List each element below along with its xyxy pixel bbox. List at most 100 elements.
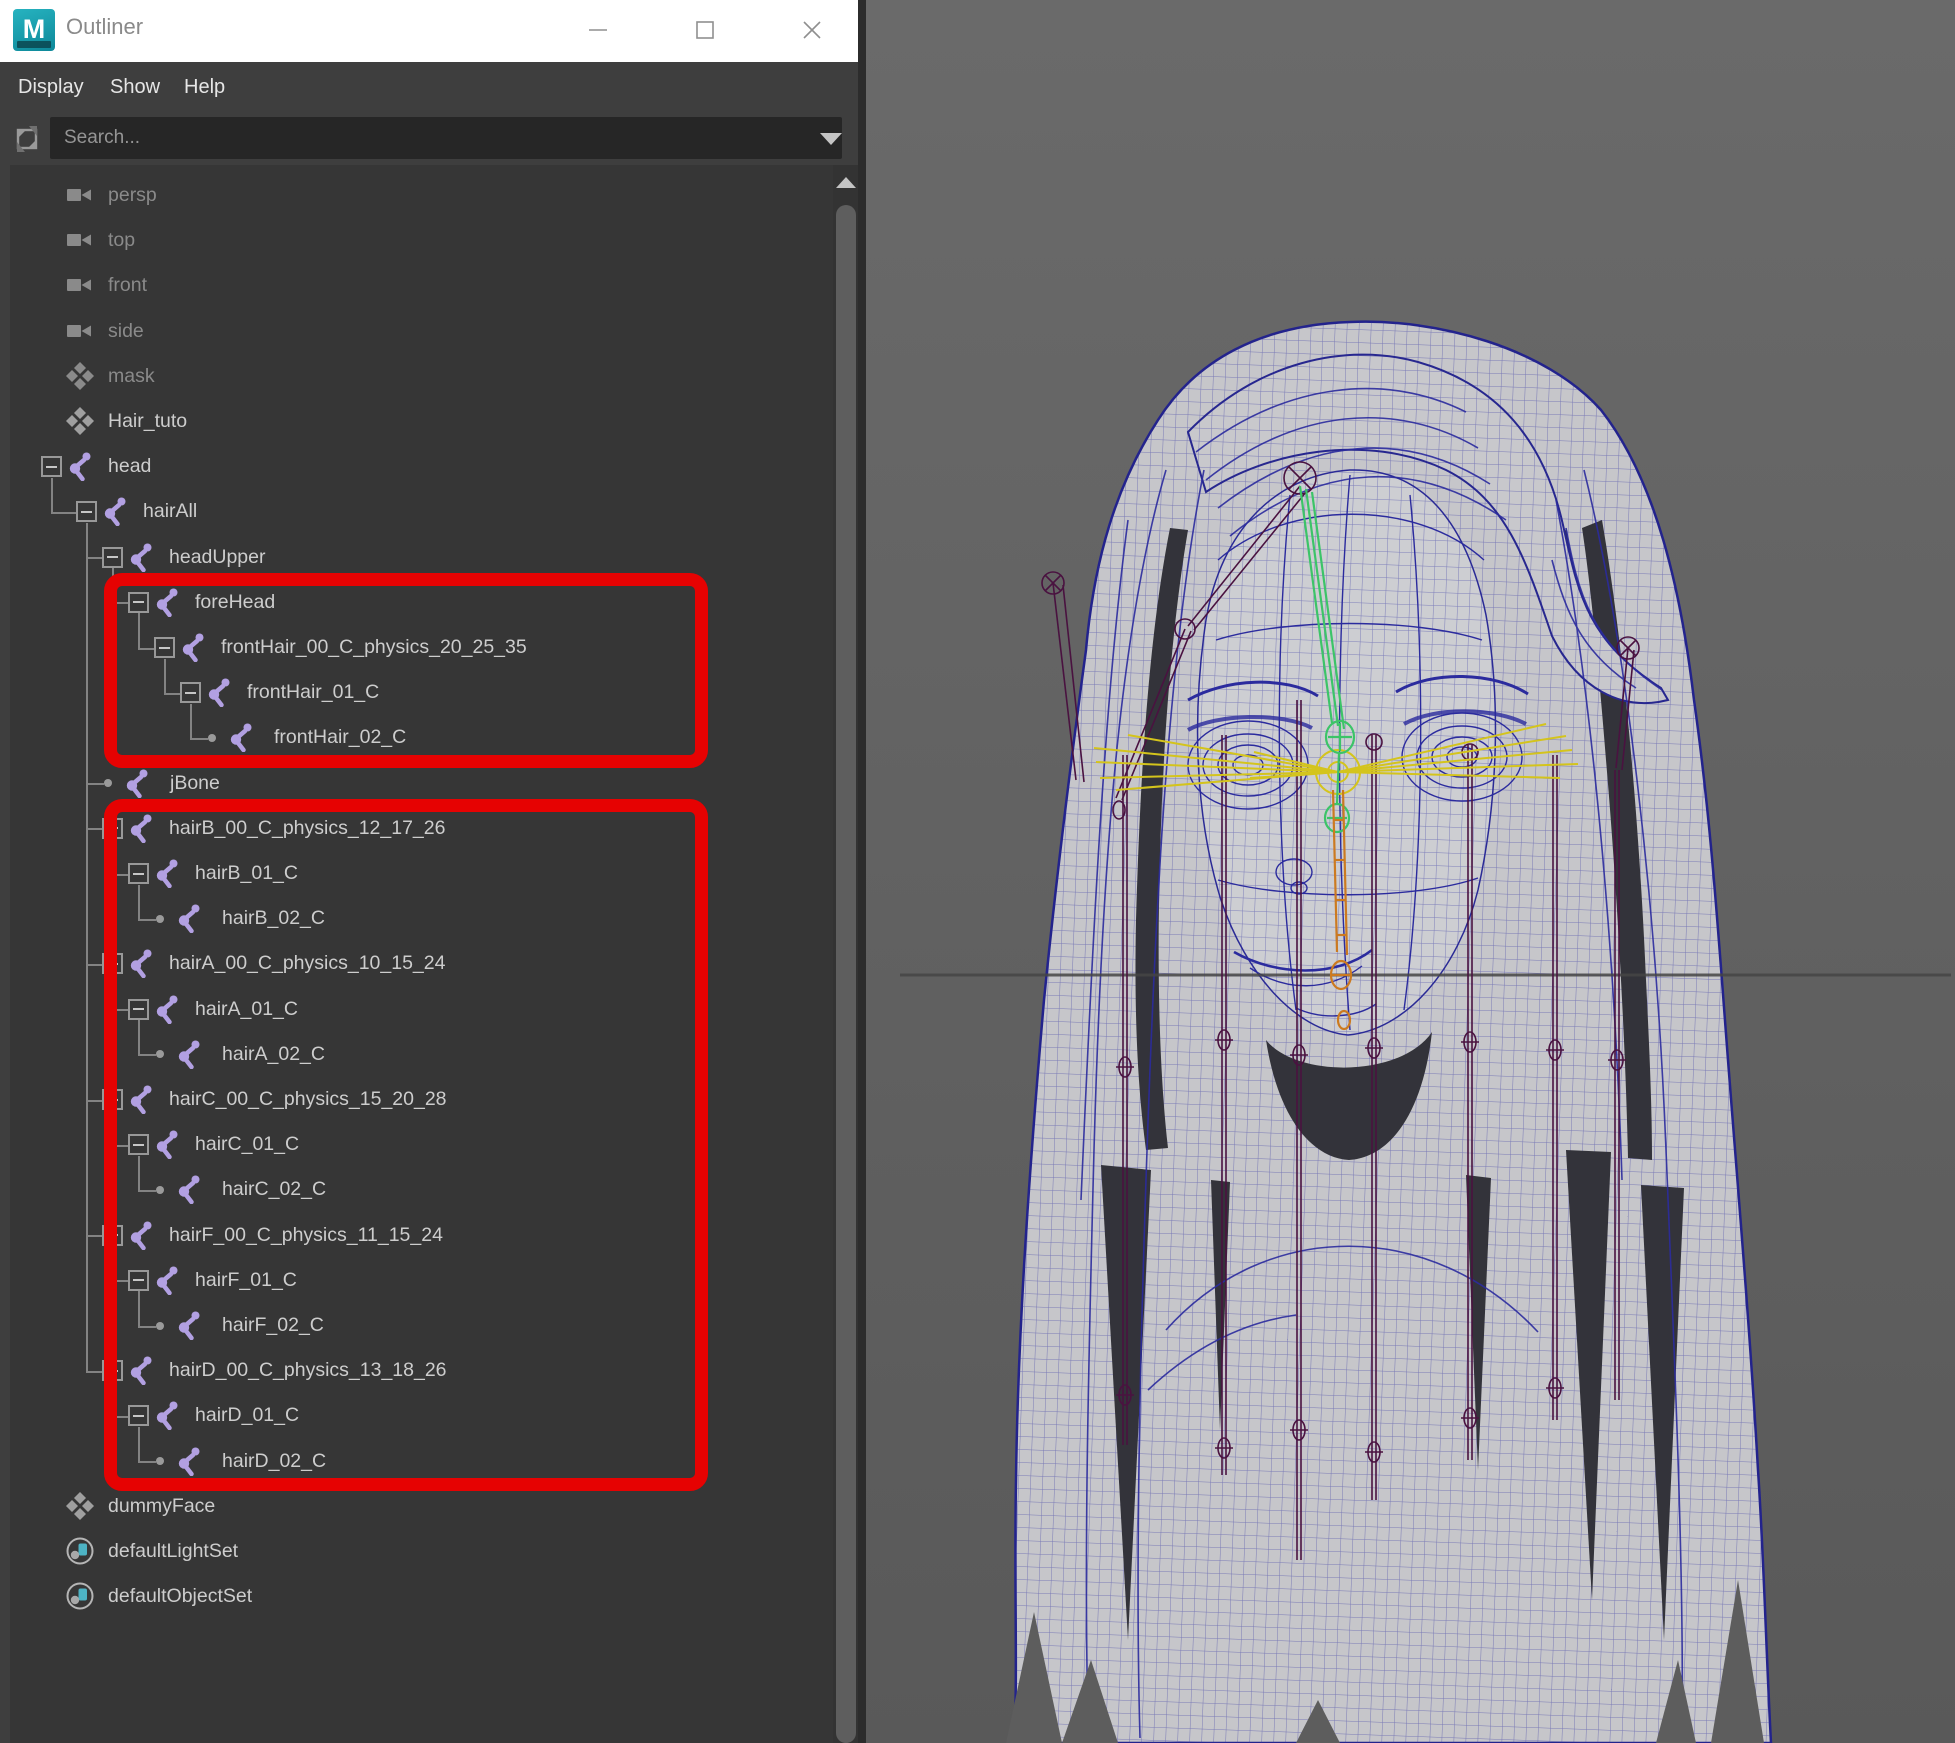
joint-icon [174,1310,204,1340]
menu-help[interactable]: Help [184,62,225,113]
menu-display[interactable]: Display [18,62,84,113]
tree-item-frontHair_00_C_physics_20_25_35[interactable]: frontHair_00_C_physics_20_25_35 [0,625,830,670]
tree-item-hairB_02_C[interactable]: hairB_02_C [0,896,830,941]
expander-collapse-icon[interactable] [128,592,149,613]
tree-item-label: hairC_00_C_physics_15_20_28 [169,1077,447,1122]
tree-connector [86,557,102,559]
tree-item-headUpper[interactable]: headUpper [0,535,830,580]
expander-collapse-icon[interactable] [102,547,123,568]
expander-collapse-icon[interactable] [102,818,123,839]
expander-collapse-icon[interactable] [102,1089,123,1110]
menu-bar: Display Show Help [0,62,866,113]
layer-icon-wrap [65,1491,95,1521]
tree-item-defaultLightSet[interactable]: defaultLightSet [0,1529,830,1574]
layer-icon-wrap [65,361,95,391]
expander-collapse-icon[interactable] [128,1405,149,1426]
search-dropdown-caret[interactable] [820,133,842,145]
tree-item-mask[interactable]: mask [0,354,830,399]
tree-item-foreHead[interactable]: foreHead [0,580,830,625]
tree-connector [86,670,88,715]
tree-item-hairA_01_C[interactable]: hairA_01_C [0,987,830,1032]
close-button[interactable] [792,10,832,50]
expander-collapse-icon[interactable] [128,1134,149,1155]
tree-item-label: hairB_02_C [222,896,325,941]
tree-item-hairC_01_C[interactable]: hairC_01_C [0,1122,830,1167]
object-set-icon [65,1581,95,1611]
joint-icon [152,1265,182,1295]
expander-collapse-icon[interactable] [102,953,123,974]
tree-item-jBone[interactable]: jBone [0,761,830,806]
expander-collapse-icon[interactable] [102,1360,123,1381]
joint-icon-wrap [152,1265,182,1295]
expander-collapse-icon[interactable] [154,637,175,658]
tree-connector [138,613,140,625]
expander-collapse-icon[interactable] [102,1225,123,1246]
tree-item-frontHair_02_C[interactable]: frontHair_02_C [0,715,830,760]
tree-item-dummyFace[interactable]: dummyFace [0,1484,830,1529]
minimize-button[interactable] [578,10,618,50]
tree-item-hairD_00_C_physics_13_18_26[interactable]: hairD_00_C_physics_13_18_26 [0,1348,830,1393]
tree-item-hairF_01_C[interactable]: hairF_01_C [0,1258,830,1303]
expander-collapse-icon[interactable] [76,501,97,522]
display-layer-icon [65,406,95,436]
tree-item-label: frontHair_01_C [247,670,379,715]
tree-item-hairF_02_C[interactable]: hairF_02_C [0,1303,830,1348]
expander-collapse-icon[interactable] [180,682,201,703]
tree-item-top[interactable]: top [0,218,830,263]
scrollbar-thumb[interactable] [836,205,856,1743]
tree-item-persp[interactable]: persp [0,173,830,218]
expander-collapse-icon[interactable] [128,863,149,884]
menu-show[interactable]: Show [110,62,160,113]
tree-connector [86,523,88,535]
tree-connector [112,851,114,874]
display-layer-icon [65,361,95,391]
expander-collapse-icon[interactable] [41,456,62,477]
tree-item-label: head [108,444,151,489]
display-layer-icon [65,1491,95,1521]
tree-item-Hair_tuto[interactable]: Hair_tuto [0,399,830,444]
camera-icon [65,180,95,210]
tree-item-hairD_02_C[interactable]: hairD_02_C [0,1439,830,1484]
leaf-dot [156,1186,164,1194]
tree-item-hairC_00_C_physics_15_20_28[interactable]: hairC_00_C_physics_15_20_28 [0,1077,830,1122]
window-titlebar[interactable]: M Outliner [0,0,866,62]
tree-connector [112,1009,128,1011]
expander-collapse-icon[interactable] [128,999,149,1020]
search-input[interactable] [50,117,842,159]
tree-item-side[interactable]: side [0,309,830,354]
tree-item-hairF_00_C_physics_11_15_24[interactable]: hairF_00_C_physics_11_15_24 [0,1213,830,1258]
search-row [0,113,866,165]
tree-item-label: top [108,218,135,263]
tree-item-hairA_00_C_physics_10_15_24[interactable]: hairA_00_C_physics_10_15_24 [0,941,830,986]
tree-item-front[interactable]: front [0,263,830,308]
layer-icon-wrap [65,406,95,436]
tree-item-frontHair_01_C[interactable]: frontHair_01_C [0,670,830,715]
tree-connector [138,1190,156,1192]
joint-icon-wrap [174,903,204,933]
tree-connector [112,1280,128,1282]
joint-icon-wrap [204,677,234,707]
tree-connector [112,1145,128,1147]
filter-icon[interactable] [10,122,44,156]
tree-connector [138,648,154,650]
tree-connector [190,738,208,740]
outliner-tree: persptopfrontsidemaskHair_tutoheadhairAl… [0,165,866,1743]
panel-divider[interactable] [858,0,866,1743]
3d-viewport[interactable] [866,0,1955,1743]
maximize-button[interactable] [685,10,725,50]
tree-item-hairC_02_C[interactable]: hairC_02_C [0,1167,830,1212]
tree-item-hairAll[interactable]: hairAll [0,489,830,534]
tree-item-defaultObjectSet[interactable]: defaultObjectSet [0,1574,830,1619]
tree-connector [112,1111,114,1123]
tree-item-hairB_00_C_physics_12_17_26[interactable]: hairB_00_C_physics_12_17_26 [0,806,830,851]
tree-item-hairB_01_C[interactable]: hairB_01_C [0,851,830,896]
tree-item-head[interactable]: head [0,444,830,489]
vertical-scrollbar[interactable] [833,165,859,1743]
joint-icon-wrap [174,1446,204,1476]
expander-collapse-icon[interactable] [128,1270,149,1291]
tree-item-hairD_01_C[interactable]: hairD_01_C [0,1393,830,1438]
tree-connector [138,1326,156,1328]
joint-icon-wrap [126,1355,156,1385]
scroll-up-arrow-icon[interactable] [833,167,859,197]
tree-item-hairA_02_C[interactable]: hairA_02_C [0,1032,830,1077]
